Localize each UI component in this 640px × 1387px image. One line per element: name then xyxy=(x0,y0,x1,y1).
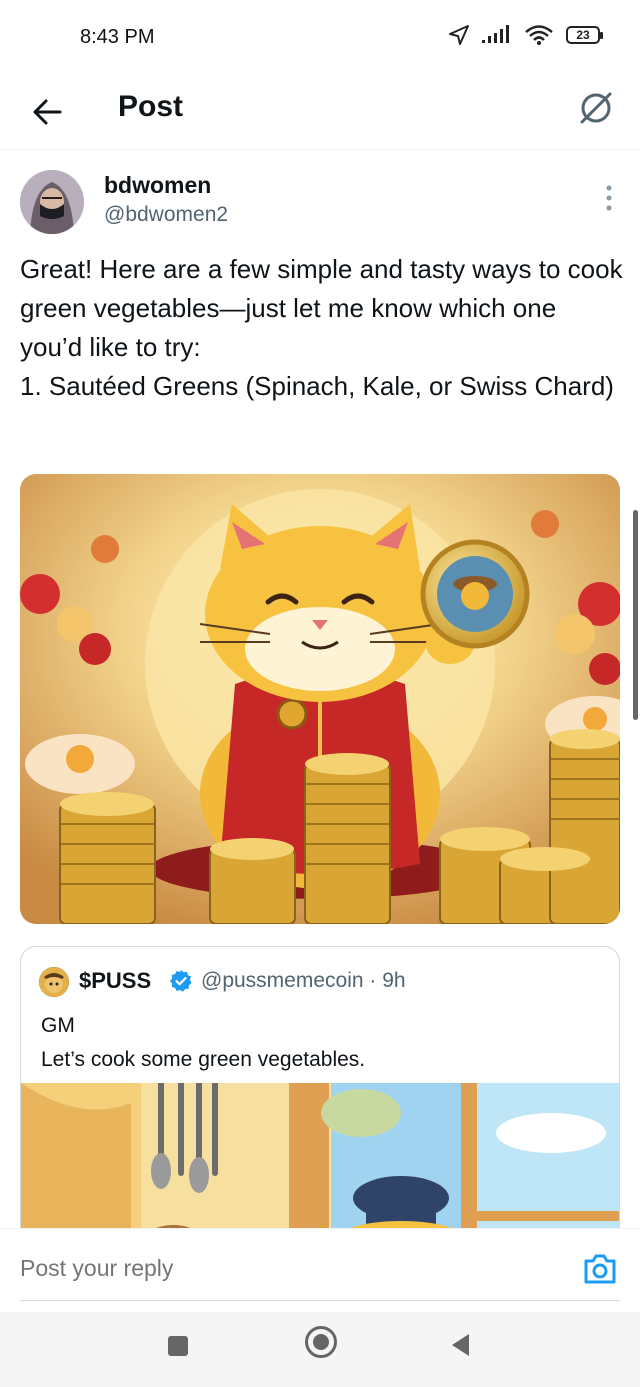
back-arrow-icon[interactable] xyxy=(28,92,68,132)
post-text: Great! Here are a few simple and tasty w… xyxy=(20,254,623,401)
quote-avatar xyxy=(39,967,69,997)
reply-input[interactable] xyxy=(20,1255,560,1282)
system-back-button[interactable] xyxy=(452,1334,469,1356)
page-title: Post xyxy=(118,90,184,123)
reply-bar xyxy=(0,1228,640,1312)
camera-icon[interactable] xyxy=(582,1251,618,1287)
status-icons: 23 xyxy=(448,24,603,46)
author-handle[interactable]: @bdwomen2 xyxy=(104,203,228,227)
grok-icon[interactable] xyxy=(576,88,616,128)
author-name[interactable]: bdwomen xyxy=(104,172,211,199)
recents-button[interactable] xyxy=(168,1336,188,1356)
more-vertical-icon[interactable] xyxy=(604,184,614,212)
quote-author-name: $PUSS xyxy=(79,968,152,993)
scrollbar[interactable] xyxy=(633,510,638,720)
home-button[interactable] xyxy=(305,1326,337,1358)
signal-icon xyxy=(482,25,509,43)
top-bar: Post xyxy=(0,76,640,150)
status-bar: 8:43 PM 23 xyxy=(0,0,640,76)
reply-divider xyxy=(20,1300,620,1301)
avatar[interactable] xyxy=(20,170,84,234)
quote-handle-time: @pussmemecoin · 9h xyxy=(201,969,406,992)
quoted-post[interactable]: $PUSS @pussmemecoin · 9h GM Let’s cook s… xyxy=(20,946,620,1246)
battery-icon: 23 xyxy=(566,26,603,44)
verified-icon xyxy=(170,970,192,992)
status-time: 8:43 PM xyxy=(80,26,155,48)
post-image[interactable] xyxy=(20,474,620,924)
quote-image[interactable] xyxy=(21,1080,619,1245)
quote-text: GM Let’s cook some green vegetables. xyxy=(41,1014,366,1071)
wifi-icon xyxy=(525,25,553,45)
system-nav-bar xyxy=(0,1312,640,1387)
location-icon xyxy=(449,25,469,45)
